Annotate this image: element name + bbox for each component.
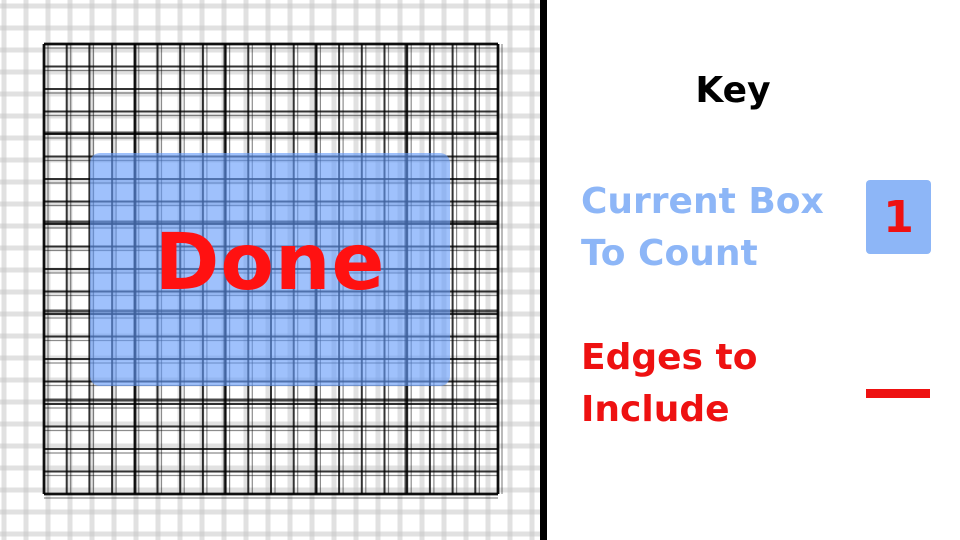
edges-legend-line2: Include — [581, 389, 730, 430]
edge-swatch — [866, 389, 930, 398]
slide: Done Key Current Box To Count 1 Edges to… — [0, 0, 960, 540]
done-label: Done — [154, 218, 386, 308]
edges-legend-line1: Edges to — [581, 337, 758, 378]
current-box-legend-line2: To Count — [581, 233, 758, 274]
grid-panel: Done — [0, 0, 540, 540]
current-box-legend-label: Current Box To Count — [581, 176, 851, 280]
divider — [540, 0, 547, 540]
edges-legend-label: Edges to Include — [581, 332, 851, 436]
current-box-legend-line1: Current Box — [581, 181, 824, 222]
current-box-swatch: 1 — [866, 180, 931, 254]
key-title: Key — [695, 70, 771, 111]
